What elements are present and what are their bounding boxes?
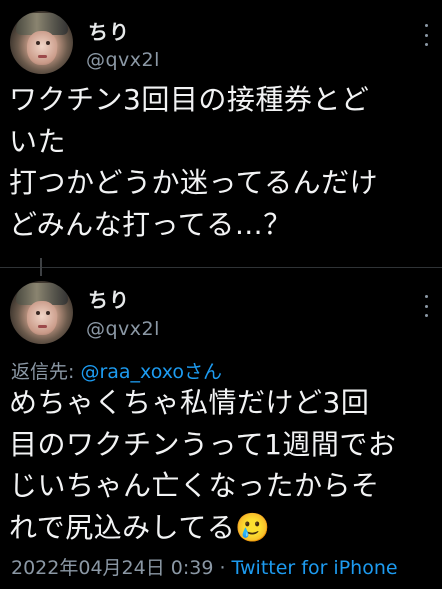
tweet-original[interactable]: ちり @qvx2l ワクチン3回目の接種券とど いた 打つかどうか迷ってるんだけ…: [0, 0, 442, 268]
user-avatar[interactable]: [10, 11, 73, 74]
tweet-meta: 2022年04月24日 0:39 · Twitter for iPhone: [11, 553, 398, 580]
display-name[interactable]: ちり: [88, 284, 130, 313]
user-handle[interactable]: @qvx2l: [86, 49, 160, 71]
tweet-thread: ちり @qvx2l ワクチン3回目の接種券とど いた 打つかどうか迷ってるんだけ…: [0, 0, 442, 589]
replying-to: 返信先: @raa_xoxoさん: [11, 357, 222, 384]
reply-mention-link[interactable]: @raa_xoxoさん: [80, 361, 222, 383]
more-vertical-icon[interactable]: [421, 295, 431, 317]
reply-prefix: 返信先:: [11, 361, 81, 383]
tweet-reply[interactable]: ちり @qvx2l 返信先: @raa_xoxoさん めちゃくちゃ私情だけど3回…: [0, 268, 442, 589]
tweet-text: ワクチン3回目の接種券とど いた 打つかどうか迷ってるんだけ どみんな打ってる……: [9, 83, 379, 241]
tweet-timestamp[interactable]: 2022年04月24日 0:39: [11, 557, 213, 579]
display-name[interactable]: ちり: [88, 16, 130, 45]
tweet-source-link[interactable]: Twitter for iPhone: [232, 557, 398, 579]
tweet-text: めちゃくちゃ私情だけど3回 目のワクチンうって1週間でお じいちゃん亡くなったか…: [9, 386, 397, 544]
more-vertical-icon[interactable]: [421, 24, 431, 46]
user-handle[interactable]: @qvx2l: [86, 318, 160, 340]
user-avatar[interactable]: [10, 281, 73, 344]
meta-separator: ·: [213, 557, 232, 579]
